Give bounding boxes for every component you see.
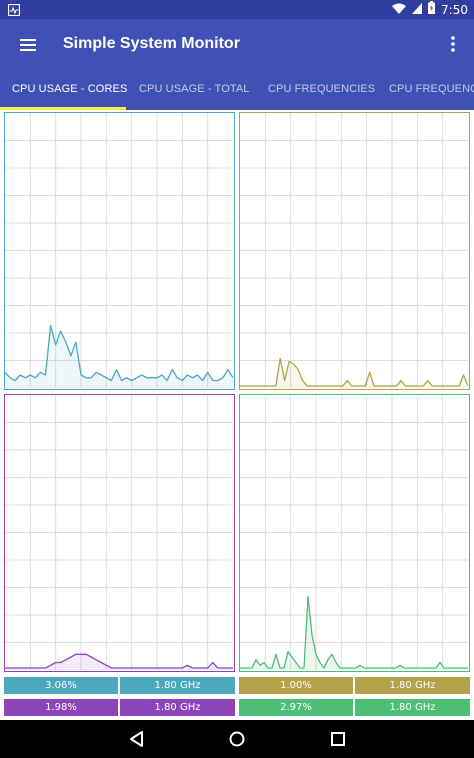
chart-grid bbox=[5, 113, 233, 388]
more-vert-icon[interactable] bbox=[448, 34, 458, 54]
recents-square-icon[interactable] bbox=[328, 729, 348, 749]
home-circle-icon[interactable] bbox=[227, 729, 247, 749]
usage-line bbox=[240, 595, 468, 669]
core-2-usage-label: 1.98% bbox=[4, 699, 118, 716]
tab-indicator bbox=[0, 107, 126, 110]
core-3-frequency-label: 1.80 GHz bbox=[355, 699, 470, 716]
chart-grid bbox=[240, 395, 468, 670]
chart-grid bbox=[5, 395, 233, 670]
screen: 7:50 Simple System Monitor CPU USAGE - C… bbox=[0, 0, 474, 758]
tab-cpu-usage-cores[interactable]: CPU USAGE - CORES bbox=[12, 83, 127, 95]
usage-line bbox=[5, 653, 233, 669]
app-title: Simple System Monitor bbox=[63, 35, 240, 52]
core-0-usage-label: 3.06% bbox=[4, 677, 118, 694]
core-0-usage-chart bbox=[4, 112, 235, 390]
core-2-chart-svg bbox=[5, 395, 233, 670]
usage-area bbox=[5, 325, 233, 388]
core-1-usage-label: 1.00% bbox=[239, 677, 353, 694]
core-0-chart-svg bbox=[5, 113, 233, 388]
core-3-chart-svg bbox=[240, 395, 468, 670]
core-1-chart-svg bbox=[240, 113, 468, 388]
tab-cpu-usage-total[interactable]: CPU USAGE - TOTAL bbox=[139, 83, 250, 95]
app-bar: Simple System Monitor bbox=[0, 19, 474, 69]
back-triangle-icon[interactable] bbox=[127, 729, 147, 749]
core-2-frequency-label: 1.80 GHz bbox=[120, 699, 235, 716]
chart-grid bbox=[240, 113, 468, 388]
wifi-icon bbox=[392, 1, 407, 19]
tab-bar: CPU USAGE - CORES CPU USAGE - TOTAL CPU … bbox=[0, 69, 474, 110]
cellular-signal-icon bbox=[412, 1, 423, 19]
usage-line bbox=[5, 324, 233, 382]
core-3-usage-label: 2.97% bbox=[239, 699, 353, 716]
core-3-usage-chart bbox=[239, 394, 470, 672]
core-1-usage-chart bbox=[239, 112, 470, 390]
battery-icon bbox=[428, 0, 436, 19]
system-icons: 7:50 bbox=[392, 0, 468, 19]
status-bar: 7:50 bbox=[0, 0, 474, 19]
usage-line bbox=[240, 357, 468, 387]
status-clock: 7:50 bbox=[441, 2, 468, 17]
core-1-frequency-label: 1.80 GHz bbox=[355, 677, 470, 694]
tab-cpu-frequency[interactable]: CPU FREQUENCY bbox=[389, 83, 474, 95]
core-0-frequency-label: 1.80 GHz bbox=[120, 677, 235, 694]
usage-area bbox=[240, 358, 468, 388]
core-2-usage-chart bbox=[4, 394, 235, 672]
navigation-bar bbox=[0, 720, 474, 758]
hamburger-menu-icon[interactable] bbox=[18, 35, 38, 55]
tab-cpu-frequencies[interactable]: CPU FREQUENCIES bbox=[268, 83, 375, 95]
